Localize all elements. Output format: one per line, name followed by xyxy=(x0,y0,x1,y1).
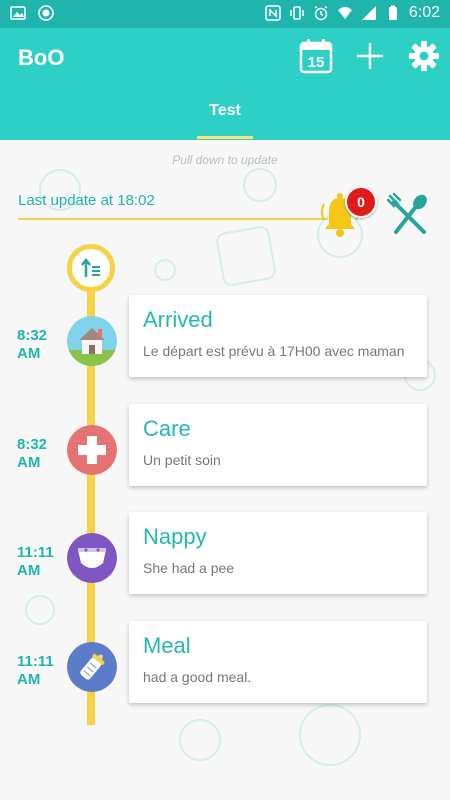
tab-indicator xyxy=(197,136,253,139)
entry-card[interactable]: Meal had a good meal. xyxy=(129,621,427,703)
utensils-icon xyxy=(386,192,427,234)
pull-to-update-hint: Pull down to update xyxy=(172,153,278,167)
calendar-icon: 15 xyxy=(299,39,333,74)
medical-cross-icon xyxy=(67,425,117,475)
entry-description: She had a pee xyxy=(143,560,235,576)
image-icon xyxy=(10,5,26,21)
entry-time: 11:11 AM xyxy=(17,544,54,579)
timeline-entry[interactable]: 8:32 AM Arrived Le départ est prévu à 17H… xyxy=(0,295,450,385)
nappy-icon xyxy=(67,533,117,583)
timeline-entry[interactable]: 11:11 AM Meal had a good meal. xyxy=(0,621,450,711)
plus-icon xyxy=(357,43,383,69)
alarm-icon xyxy=(313,5,329,21)
notification-count-badge: 0 xyxy=(345,186,377,218)
tab-test[interactable]: Test xyxy=(198,102,252,120)
entry-title: Meal xyxy=(143,633,191,658)
add-button[interactable] xyxy=(352,38,388,74)
entry-time: 11:11 AM xyxy=(17,653,54,688)
app-bar: BoO 15 Test xyxy=(0,28,450,140)
entry-title: Arrived xyxy=(143,307,213,332)
entry-time: 8:32 AM xyxy=(17,327,48,362)
battery-icon xyxy=(385,5,401,21)
gear-icon xyxy=(409,41,439,71)
entry-card[interactable]: Care Un petit soin xyxy=(129,404,427,486)
status-bar: 6:02 xyxy=(0,0,450,28)
entry-title: Care xyxy=(143,416,191,441)
nfc-icon xyxy=(265,5,281,21)
entry-card[interactable]: Nappy She had a pee xyxy=(129,512,427,594)
wifi-icon xyxy=(337,5,353,21)
last-update-text: Last update at 18:02 xyxy=(18,192,155,209)
entry-description: Le départ est prévu à 17H00 avec maman xyxy=(143,343,405,359)
house-icon xyxy=(67,316,117,366)
vibrate-icon xyxy=(289,5,305,21)
entry-card[interactable]: Arrived Le départ est prévu à 17H00 avec… xyxy=(129,295,427,377)
signal-icon xyxy=(361,5,377,21)
baby-bottle-icon xyxy=(67,642,117,692)
entry-description: Un petit soin xyxy=(143,452,221,468)
timeline-entry[interactable]: 11:11 AM Nappy She had a pee xyxy=(0,512,450,602)
meal-menu-button[interactable] xyxy=(386,192,434,240)
settings-button[interactable] xyxy=(406,38,442,74)
app-title: BoO xyxy=(18,45,65,70)
record-icon xyxy=(38,5,54,21)
calendar-button[interactable]: 15 xyxy=(298,38,334,74)
status-time: 6:02 xyxy=(408,4,440,21)
sort-timeline-button[interactable] xyxy=(67,244,115,292)
entry-title: Nappy xyxy=(143,524,207,549)
entry-description: had a good meal. xyxy=(143,669,252,685)
entry-time: 8:32 AM xyxy=(17,436,48,471)
timeline-content[interactable]: Pull down to update Last update at 18:02… xyxy=(0,140,450,800)
timeline-entry[interactable]: 8:32 AM Care Un petit soin xyxy=(0,404,450,494)
last-update-underline xyxy=(18,218,328,220)
sort-icon xyxy=(81,257,100,277)
calendar-day: 15 xyxy=(308,54,325,71)
